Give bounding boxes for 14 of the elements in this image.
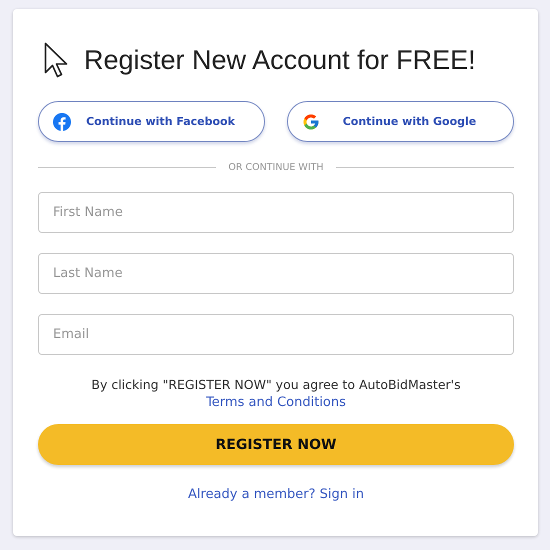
terms-link[interactable]: Terms and Conditions (206, 395, 346, 410)
facebook-button[interactable]: Continue with Facebook (38, 101, 265, 142)
google-icon (302, 112, 320, 130)
facebook-icon (53, 112, 71, 130)
agreement-text: By clicking "REGISTER NOW" you agree to AutoBidMaster's (90, 376, 462, 394)
register-button[interactable]: REGISTER NOW (38, 424, 514, 465)
input-field[interactable]: Last Name (38, 253, 514, 294)
sign-in-link[interactable]: Already a member? Sign in (188, 487, 364, 502)
google-button[interactable]: Continue with Google (287, 101, 514, 142)
input-field[interactable]: Email (38, 314, 514, 355)
page-title: Register New Account for FREE! (84, 44, 476, 76)
cursor-icon (44, 42, 70, 78)
divider-label: OR CONTINUE WITH (228, 162, 324, 173)
input-field[interactable]: First Name (38, 192, 514, 233)
